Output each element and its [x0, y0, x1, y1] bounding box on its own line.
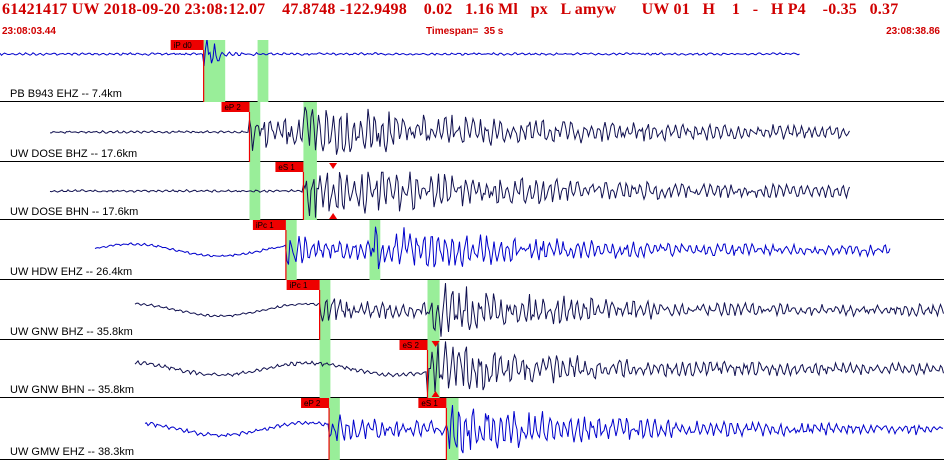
trace-row[interactable]: eP 2 eS 1 UW GMW EHZ -- 38.3km — [0, 398, 944, 460]
waveform — [50, 106, 850, 155]
waveform — [0, 40, 800, 67]
pick-label: iPc 1 — [290, 281, 308, 290]
waveform — [144, 404, 944, 454]
trace-row[interactable]: iPc 1 UW GNW BHZ -- 35.8km — [0, 280, 944, 340]
trace-row[interactable]: eS 2 UW GNW BHN -- 35.8km — [0, 340, 944, 398]
event-header: 61421417 UW 2018-09-20 23:08:12.07 47.87… — [0, 0, 944, 40]
amplitude-marker — [329, 213, 338, 219]
start-time: 23:08:03.44 — [2, 26, 56, 37]
pick-label: eS 2 — [402, 341, 419, 350]
channel-label: UW DOSE BHN -- 17.6km — [10, 206, 138, 218]
pick-label: iPc 1 — [256, 221, 274, 230]
channel-label: UW GNW BHZ -- 35.8km — [10, 326, 133, 338]
trace-row[interactable]: iPc 1 UW HDW EHZ -- 26.4km — [0, 220, 944, 280]
waveform — [134, 283, 944, 337]
waveform — [49, 171, 850, 218]
channel-label: UW HDW EHZ -- 26.4km — [10, 266, 132, 278]
pick-label: eP 2 — [304, 399, 321, 408]
phase-window — [203, 40, 226, 102]
phase-window — [319, 340, 331, 398]
pick-label: eS 1 — [421, 399, 438, 408]
channel-label: UW GNW BHN -- 35.8km — [10, 384, 134, 396]
trace-row[interactable]: iP d0 PB B943 EHZ -- 7.4km — [0, 40, 944, 102]
amplitude-marker — [329, 163, 338, 169]
phase-window — [257, 40, 269, 102]
trace-row[interactable]: eS 1 UW DOSE BHN -- 17.6km — [0, 162, 944, 220]
end-time: 23:08:38.86 — [886, 26, 940, 37]
channel-label: UW DOSE BHZ -- 17.6km — [10, 148, 137, 160]
phase-window — [427, 280, 440, 340]
phase-window — [285, 220, 297, 280]
seismogram-panel[interactable]: iP d0 PB B943 EHZ -- 7.4km eP 2 UW DOSE BHZ… — [0, 40, 944, 460]
waveform — [94, 226, 891, 270]
pick-label: eS 1 — [278, 163, 295, 172]
pick-label: eP 2 — [224, 103, 241, 112]
waveform — [134, 341, 944, 394]
timespan-label: Timespan= 35 s — [426, 26, 504, 37]
channel-label: PB B943 EHZ -- 7.4km — [10, 88, 122, 100]
pick-label: iP d0 — [174, 41, 193, 50]
event-summary-title: 61421417 UW 2018-09-20 23:08:12.07 47.87… — [2, 1, 899, 18]
trace-row[interactable]: eP 2 UW DOSE BHZ -- 17.6km — [0, 102, 944, 162]
channel-label: UW GMW EHZ -- 38.3km — [10, 446, 134, 458]
